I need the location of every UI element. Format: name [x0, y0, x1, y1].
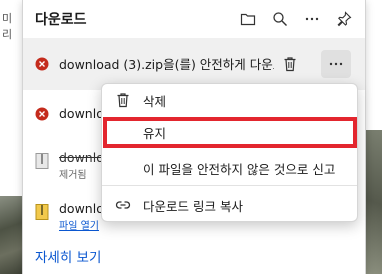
more-icon	[329, 62, 343, 66]
trash-icon	[284, 57, 296, 72]
pin-panel-button[interactable]	[329, 6, 359, 32]
menu-item-label: 다운로드 링크 복사	[143, 198, 243, 214]
page-image-right	[366, 130, 382, 274]
see-more-link[interactable]: 자세히 보기	[35, 246, 101, 266]
error-icon	[35, 107, 49, 121]
download-filename: download (3).zip을(를) 안전하게 다운로드할 수 없습니다	[59, 57, 274, 72]
page-text-fragment: 미리	[2, 12, 13, 41]
menu-item-delete[interactable]: 삭제	[102, 85, 357, 115]
open-file-link[interactable]: 파일 열기	[59, 217, 99, 232]
downloads-header: 다운로드	[23, 0, 365, 38]
screen: 미리 다운로드 download (3).zip을(를) 안전하게 다운 dow…	[0, 0, 382, 274]
more-icon	[305, 17, 319, 21]
menu-item-label: 삭제	[143, 93, 167, 109]
pin-icon	[337, 11, 352, 27]
download-status-text: 제거됨	[59, 170, 87, 181]
menu-item-copy-link[interactable]: 다운로드 링크 복사	[102, 190, 357, 220]
menu-divider	[102, 185, 357, 186]
zip-file-icon	[35, 153, 49, 169]
delete-download-button[interactable]	[275, 50, 305, 78]
folder-icon	[240, 13, 256, 26]
header-actions	[233, 6, 359, 32]
menu-item-report-unsafe[interactable]: 이 파일을 안전하지 않은 것으로 신고	[102, 153, 357, 183]
search-downloads-button[interactable]	[265, 6, 295, 32]
highlight-annotation	[103, 117, 357, 148]
panel-title: 다운로드	[35, 12, 87, 28]
menu-item-label: 이 파일을 안전하지 않은 것으로 신고	[143, 161, 336, 177]
page-image-left	[0, 196, 22, 274]
link-icon	[114, 196, 132, 214]
search-icon	[273, 12, 287, 26]
open-folder-button[interactable]	[233, 6, 263, 32]
trash-icon	[114, 91, 132, 109]
zip-folder-icon	[35, 204, 49, 220]
download-more-button[interactable]	[321, 50, 351, 78]
more-options-button[interactable]	[297, 6, 327, 32]
error-icon	[35, 57, 49, 71]
download-context-menu: 삭제 유지 이 파일을 안전하지 않은 것으로 신고 다운로드 링크 복사	[101, 83, 358, 222]
